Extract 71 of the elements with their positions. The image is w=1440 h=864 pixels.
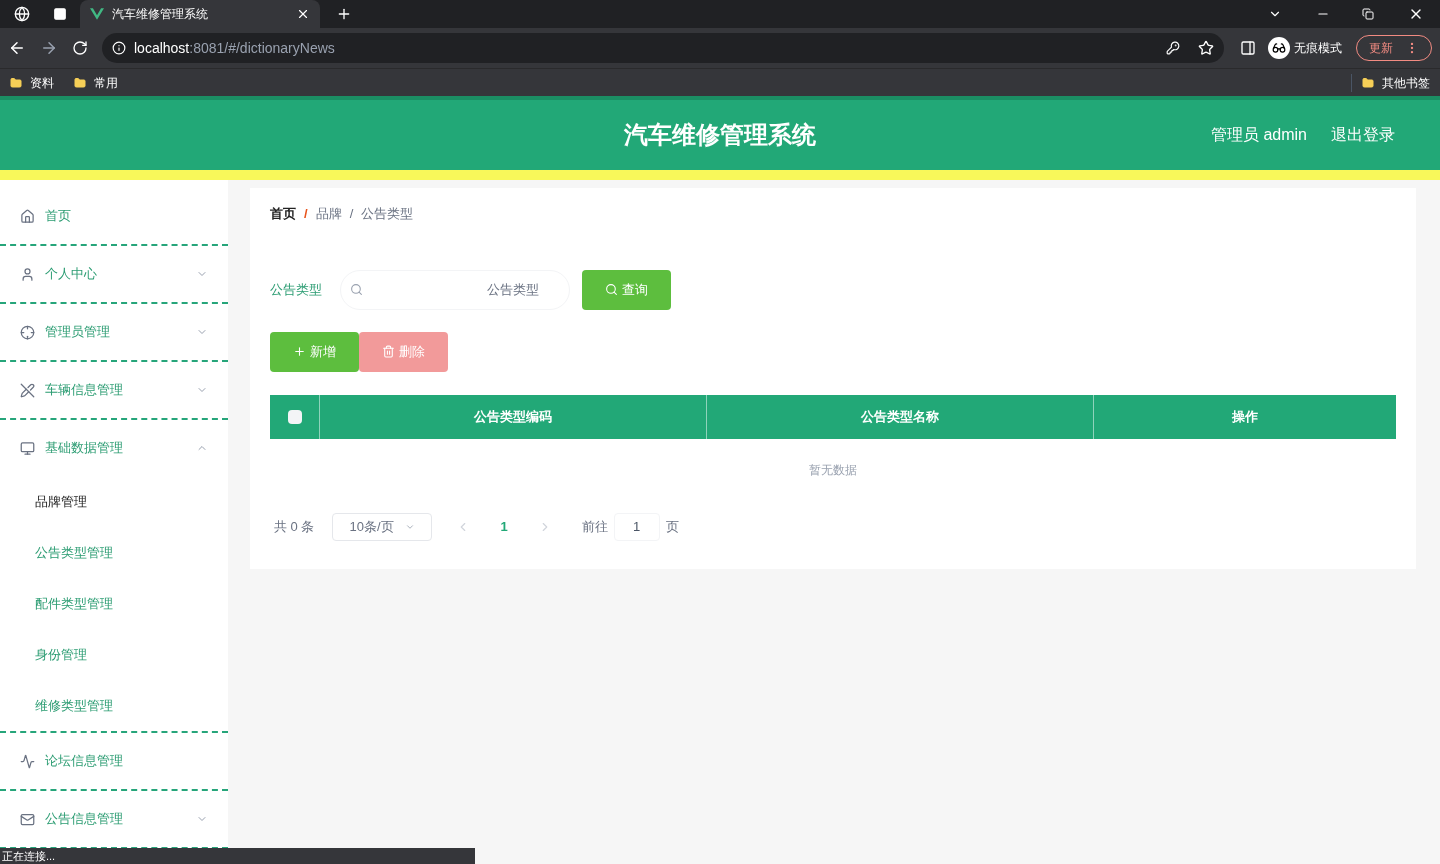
folder-icon (74, 76, 86, 89)
add-button[interactable]: 新增 (270, 331, 359, 372)
browser-tab[interactable]: 汽车维修管理系统 (80, 0, 320, 28)
submenu-item[interactable]: 公告类型管理 (0, 527, 228, 578)
logout-link[interactable]: 退出登录 (1331, 123, 1395, 147)
globe-icon[interactable] (14, 6, 30, 22)
query-button[interactable]: 查询 (582, 269, 671, 310)
bookmark-star-icon[interactable] (1198, 40, 1214, 56)
select-all-checkbox[interactable] (287, 409, 302, 424)
submenu-item[interactable]: 维修类型管理 (0, 680, 228, 731)
user-icon (20, 266, 35, 282)
restore-icon[interactable] (1362, 8, 1374, 20)
status-bar: 正在连接... (0, 848, 475, 864)
search-field[interactable]: 公告类型 (340, 269, 570, 310)
url-text: localhost:8081/#/dictionaryNews (134, 38, 335, 58)
menu-item[interactable]: 基础数据管理 (0, 420, 228, 476)
breadcrumb-separator: / (349, 205, 354, 223)
breadcrumb-item[interactable]: 首页 (270, 204, 296, 224)
trash-icon (382, 345, 395, 358)
app-title: 汽车维修管理系统 (624, 120, 816, 150)
chart-icon (20, 753, 35, 769)
back-icon[interactable] (8, 39, 26, 57)
crosshair-icon (20, 324, 35, 340)
bookmark-folder[interactable]: 常用 (74, 73, 118, 92)
table-header-cell: 公告类型名称 (707, 394, 1094, 439)
search-icon (605, 283, 618, 296)
incognito-label: 无痕模式 (1294, 40, 1342, 57)
goto-page-field[interactable]: 1 (613, 512, 660, 541)
submenu-item[interactable]: 品牌管理 (0, 476, 228, 527)
forward-icon[interactable] (40, 39, 58, 57)
table-header-cell-text: 操作 (1231, 407, 1259, 426)
user-name: 管理员 admin (1210, 125, 1307, 145)
incognito-icon[interactable] (1268, 37, 1290, 59)
search-icon (350, 282, 363, 296)
page-suffix: 页 (665, 517, 679, 536)
key-icon[interactable] (1166, 41, 1180, 55)
total-count: 共 0 条 (274, 517, 315, 536)
menu-item[interactable]: 个人中心 (0, 246, 228, 302)
breadcrumb-item: 公告类型 (361, 205, 414, 223)
table-header-cell: 公告类型编码 (320, 394, 707, 439)
menu-item[interactable]: 论坛信息管理 (0, 733, 228, 789)
menu-item[interactable]: 公告信息管理 (0, 791, 228, 847)
goto-label: 前往 (581, 517, 608, 536)
new-tab-icon[interactable] (336, 6, 352, 22)
window-icon[interactable] (52, 7, 68, 21)
home-icon (20, 208, 35, 224)
address-bar[interactable]: localhost:8081/#/dictionaryNews (102, 33, 1224, 63)
mail-icon (20, 811, 35, 827)
bookmark-folder[interactable]: 其他书签 (1351, 73, 1430, 92)
page-number[interactable]: 1 (500, 516, 508, 537)
crossed-pen-icon (20, 382, 35, 398)
search-label: 公告类型 (270, 280, 323, 299)
menu-item[interactable]: 车辆信息管理 (0, 362, 228, 418)
folder-icon (10, 76, 22, 89)
breadcrumb-item: 品牌 (315, 205, 342, 223)
close-tab-icon[interactable] (296, 7, 310, 21)
breadcrumb-separator: / (304, 205, 308, 223)
bookmark-folder[interactable]: 资料 (10, 73, 54, 92)
submenu-item[interactable]: 配件类型管理 (0, 578, 228, 629)
reload-icon[interactable] (72, 40, 88, 56)
info-icon[interactable] (112, 41, 126, 55)
submenu-item[interactable]: 身份管理 (0, 629, 228, 680)
menu-item[interactable]: 首页 (0, 188, 228, 244)
folder-icon (1362, 76, 1374, 89)
vue-logo-icon (90, 8, 104, 20)
plus-icon (293, 345, 306, 358)
menu-item[interactable]: 管理员管理 (0, 304, 228, 360)
empty-text: 暂无数据 (809, 461, 857, 479)
page-size-select[interactable]: 10条/页 (332, 512, 433, 541)
side-panel-icon[interactable] (1240, 40, 1256, 56)
monitor-icon (20, 440, 35, 456)
